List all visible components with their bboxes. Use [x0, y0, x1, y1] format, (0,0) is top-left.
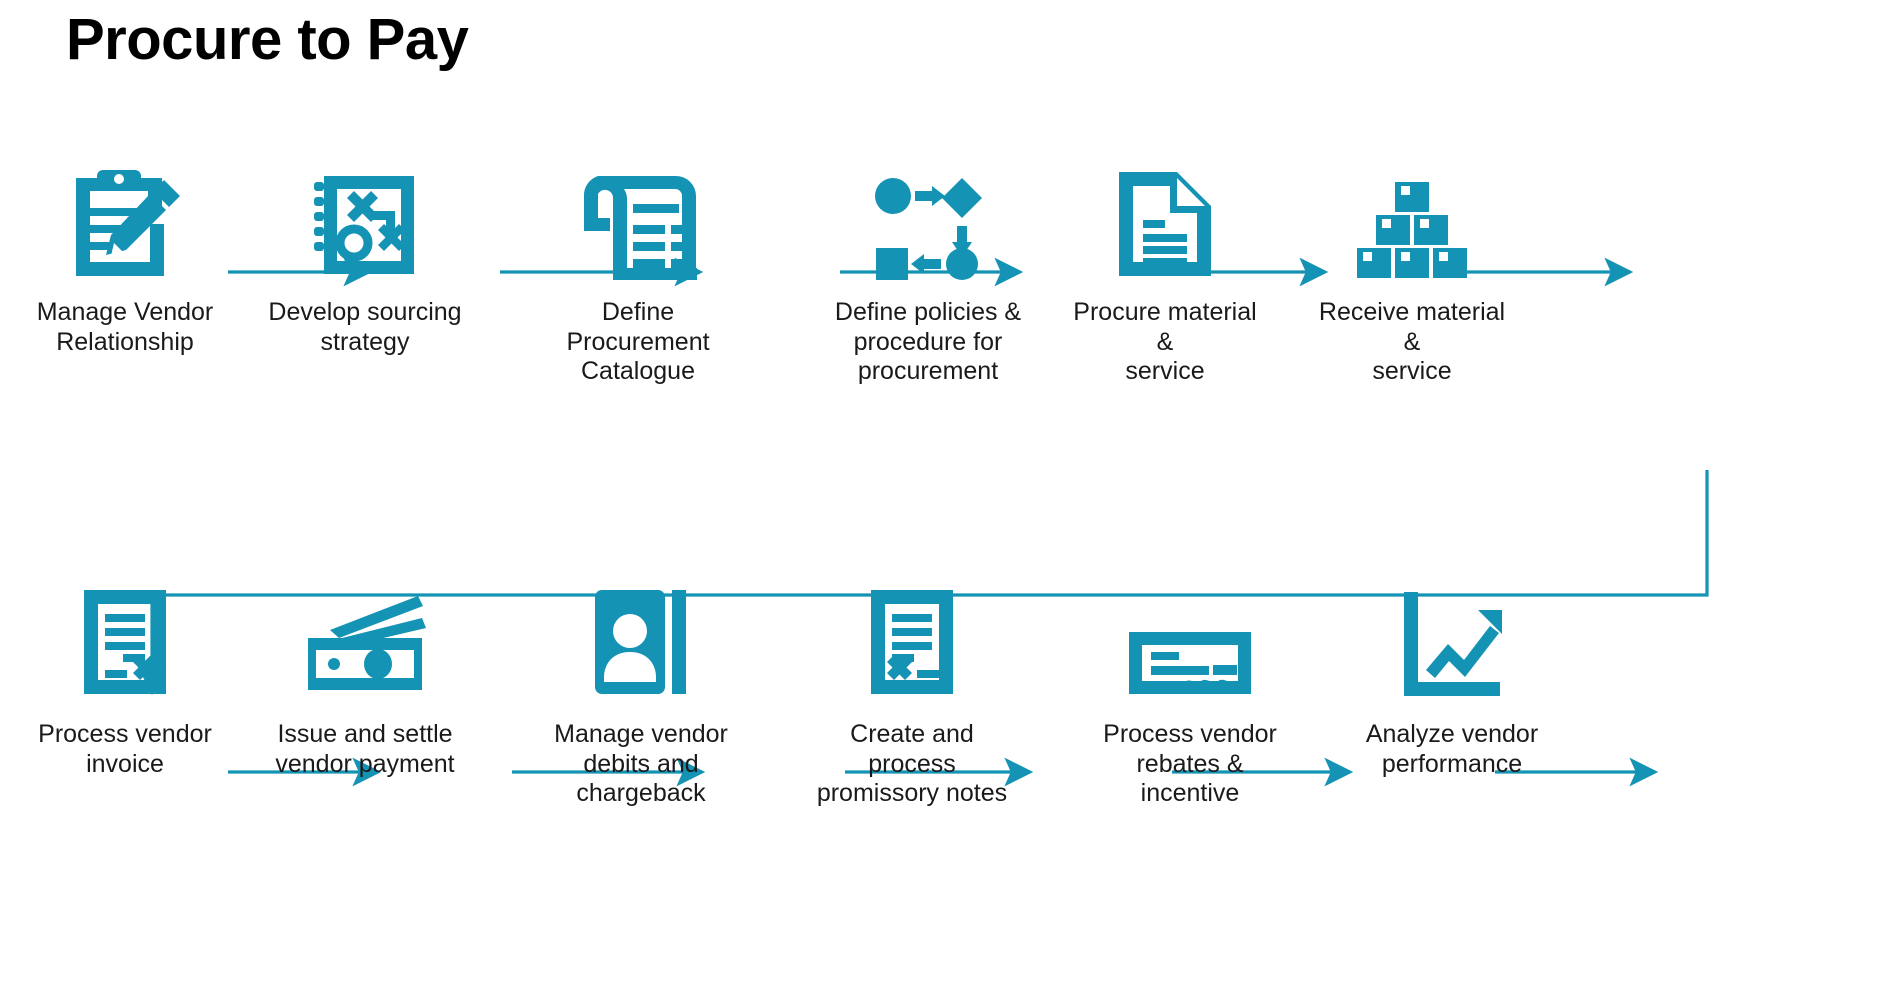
- connector-layer: [137, 257, 1709, 787]
- step-label: Develop sourcing strategy: [268, 298, 462, 356]
- process-step-process-vendor-rebates-incentive[interactable]: Process vendor rebates & incentive: [1090, 578, 1290, 809]
- step-label: Define policies & procedure for procurem…: [834, 298, 1022, 385]
- clipboard-pencil-icon: [25, 160, 225, 280]
- promissory-note-icon: [812, 578, 1012, 698]
- process-step-manage-vendor-debits-chargeback[interactable]: Manage vendor debits and chargeback: [541, 578, 741, 809]
- contact-book-icon: [541, 578, 741, 698]
- process-step-define-procurement-catalogue[interactable]: Define Procurement Catalogue: [538, 160, 738, 387]
- process-step-manage-vendor-relationship[interactable]: Manage Vendor Relationship: [25, 160, 225, 357]
- flowchart-icon: [828, 160, 1028, 280]
- step-label: Receive material & service: [1318, 298, 1506, 385]
- step-label: Process vendor rebates & incentive: [1103, 720, 1277, 807]
- invoice-x-icon: [25, 578, 225, 698]
- process-step-define-policies-procedure[interactable]: Define policies & procedure for procurem…: [828, 160, 1028, 387]
- step-label: Define Procurement Catalogue: [566, 298, 710, 385]
- step-label: Procure material & service: [1073, 298, 1257, 385]
- step-label: Process vendor invoice: [38, 720, 212, 778]
- receipt-scroll-icon: [538, 160, 738, 280]
- cash-banknotes-icon: [265, 578, 465, 698]
- step-label: Manage vendor debits and chargeback: [554, 720, 728, 807]
- process-step-analyze-vendor-performance[interactable]: Analyze vendor performance: [1352, 578, 1552, 779]
- process-step-create-process-promissory-notes[interactable]: Create and process promissory notes: [812, 578, 1012, 809]
- process-step-process-vendor-invoice[interactable]: Process vendor invoice: [25, 578, 225, 779]
- process-step-develop-sourcing-strategy[interactable]: Develop sourcing strategy: [265, 160, 465, 357]
- strategy-notepad-icon: [265, 160, 465, 280]
- line-chart-growth-icon: [1352, 578, 1552, 698]
- document-page-icon: [1065, 160, 1265, 280]
- step-label: Create and process promissory notes: [816, 720, 1008, 807]
- process-step-procure-material-service[interactable]: Procure material & service: [1065, 160, 1265, 387]
- step-label: Analyze vendor performance: [1365, 720, 1539, 778]
- cheque-signature-icon: [1090, 578, 1290, 698]
- step-label: Issue and settle vendor payment: [275, 720, 455, 778]
- process-step-issue-settle-vendor-payment[interactable]: Issue and settle vendor payment: [265, 578, 465, 779]
- step-label: Manage Vendor Relationship: [36, 298, 214, 356]
- box-stack-icon: [1312, 160, 1512, 280]
- process-step-receive-material-service[interactable]: Receive material & service: [1312, 160, 1512, 387]
